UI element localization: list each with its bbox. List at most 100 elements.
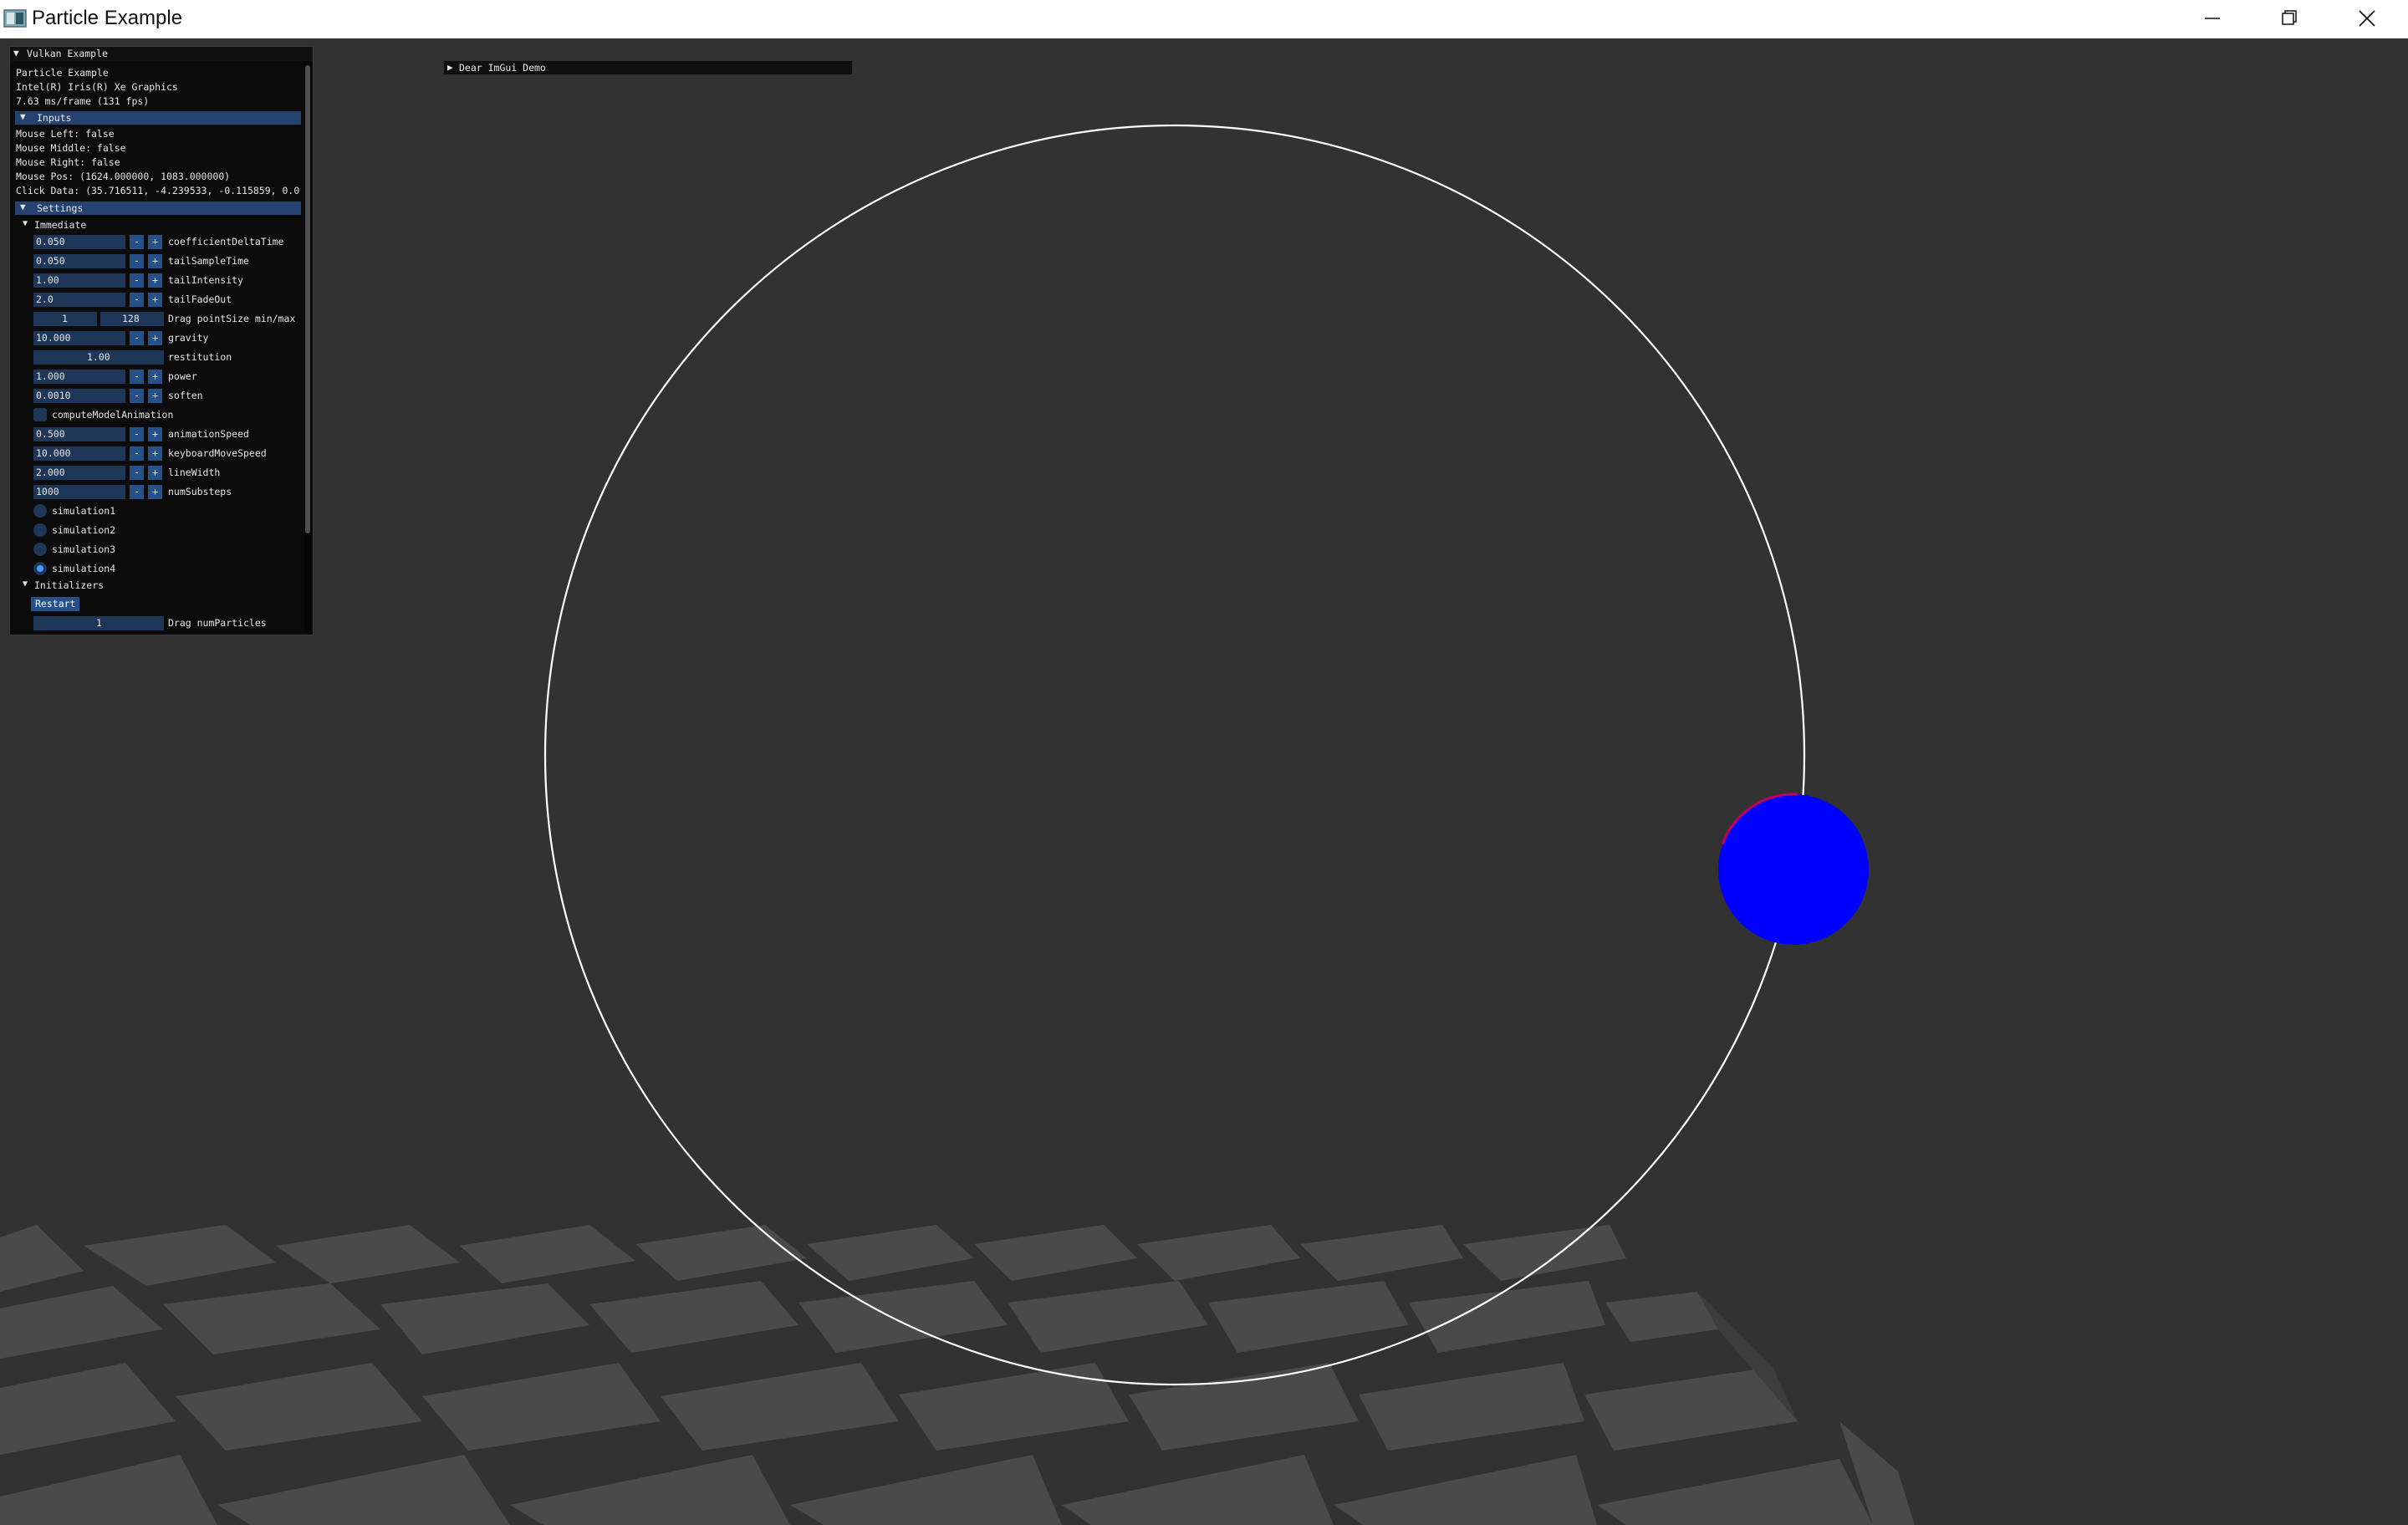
increment-button[interactable]: + — [148, 485, 162, 499]
inputs-header-label: Inputs — [37, 112, 72, 124]
soften-label: soften — [168, 390, 203, 401]
soften-input[interactable]: 0.0010 — [33, 389, 125, 403]
minimize-icon — [2205, 18, 2220, 19]
restore-button[interactable] — [2251, 0, 2328, 38]
tail-fade-out-input[interactable]: 2.0 — [33, 293, 125, 307]
simulation1-radio[interactable] — [33, 504, 47, 518]
num-substeps-input[interactable]: 1000 — [33, 485, 125, 499]
increment-button[interactable]: + — [148, 370, 162, 384]
point-size-max-drag[interactable]: 128 — [100, 312, 164, 326]
animation-speed-label: animationSpeed — [168, 428, 249, 440]
increment-button[interactable]: + — [148, 466, 162, 480]
expand-arrow-icon[interactable]: ▶ — [447, 62, 453, 73]
vulkan-example-panel[interactable]: ▼ Vulkan Example Particle Example Intel(… — [9, 46, 314, 635]
point-size-label: Drag pointSize min/max — [168, 313, 296, 324]
frame-stats-text: 7.63 ms/frame (131 fps) — [16, 95, 150, 107]
tail-intensity-label: tailIntensity — [168, 274, 244, 286]
restitution-label: restitution — [168, 351, 232, 363]
mouse-pos-text: Mouse Pos: (1624.000000, 1083.000000) — [16, 171, 231, 182]
decrement-button[interactable]: - — [130, 235, 144, 249]
decrement-button[interactable]: - — [130, 466, 144, 480]
restitution-slider[interactable]: 1.00 — [33, 350, 164, 365]
simulation3-radio[interactable] — [33, 543, 47, 556]
scene-canvas — [0, 38, 2408, 1525]
simulation3-label: simulation3 — [52, 543, 116, 555]
settings-header[interactable]: ▼ Settings — [15, 201, 301, 215]
panel-title-bar[interactable]: ▼ Vulkan Example — [10, 47, 313, 61]
line-width-label: lineWidth — [168, 467, 221, 478]
num-particles-drag[interactable]: 1 — [33, 616, 164, 630]
decrement-button[interactable]: - — [130, 446, 144, 461]
simulation1-label: simulation1 — [52, 505, 116, 517]
scene-background — [0, 38, 2408, 1525]
restore-icon — [2282, 10, 2297, 25]
restart-button-label: Restart — [35, 598, 76, 609]
title-bar[interactable]: Particle Example — [0, 0, 2408, 38]
increment-button[interactable]: + — [148, 235, 162, 249]
simulation2-label: simulation2 — [52, 524, 116, 536]
collapse-arrow-icon: ▼ — [20, 111, 26, 122]
gravity-input[interactable]: 10.000 — [33, 331, 125, 345]
immediate-label: Immediate — [34, 219, 87, 231]
num-substeps-label: numSubsteps — [168, 486, 232, 497]
keyboard-move-speed-label: keyboardMoveSpeed — [168, 447, 267, 459]
collapse-arrow-icon: ▼ — [23, 579, 28, 589]
tail-intensity-input[interactable]: 1.00 — [33, 273, 125, 288]
simulation4-radio[interactable] — [33, 562, 47, 575]
decrement-button[interactable]: - — [130, 273, 144, 288]
tail-sample-time-label: tailSampleTime — [168, 255, 249, 267]
inputs-header[interactable]: ▼ Inputs — [15, 111, 301, 125]
initializers-label: Initializers — [34, 579, 105, 591]
gravity-label: gravity — [168, 332, 209, 344]
increment-button[interactable]: + — [148, 331, 162, 345]
coefficient-delta-time-label: coefficientDeltaTime — [168, 236, 284, 247]
increment-button[interactable]: + — [148, 446, 162, 461]
imgui-demo-window[interactable]: ▶ Dear ImGui Demo — [443, 60, 853, 75]
decrement-button[interactable]: - — [130, 293, 144, 307]
render-viewport[interactable] — [0, 38, 2408, 1525]
restart-button[interactable]: Restart — [31, 597, 79, 611]
close-icon — [2359, 10, 2375, 27]
mouse-middle-text: Mouse Middle: false — [16, 142, 126, 154]
device-name-text: Intel(R) Iris(R) Xe Graphics — [16, 81, 178, 93]
panel-title: Vulkan Example — [27, 48, 108, 59]
app-icon — [3, 9, 27, 28]
tail-sample-time-input[interactable]: 0.050 — [33, 254, 125, 268]
collapse-arrow-icon: ▼ — [23, 219, 28, 228]
increment-button[interactable]: + — [148, 293, 162, 307]
collapse-arrow-icon: ▼ — [20, 201, 26, 212]
close-button[interactable] — [2328, 0, 2405, 38]
tail-fade-out-label: tailFadeOut — [168, 293, 232, 305]
increment-button[interactable]: + — [148, 273, 162, 288]
compute-model-animation-checkbox[interactable] — [33, 408, 47, 421]
app-name-text: Particle Example — [16, 67, 109, 79]
coefficient-delta-time-input[interactable]: 0.050 — [33, 235, 125, 249]
increment-button[interactable]: + — [148, 254, 162, 268]
decrement-button[interactable]: - — [130, 389, 144, 403]
settings-header-label: Settings — [37, 202, 84, 214]
power-input[interactable]: 1.000 — [33, 370, 125, 384]
mouse-right-text: Mouse Right: false — [16, 156, 120, 168]
demo-window-title: Dear ImGui Demo — [459, 62, 546, 74]
point-size-min-drag[interactable]: 1 — [33, 312, 97, 326]
line-width-input[interactable]: 2.000 — [33, 466, 125, 480]
increment-button[interactable]: + — [148, 389, 162, 403]
decrement-button[interactable]: - — [130, 370, 144, 384]
minimize-button[interactable] — [2174, 0, 2251, 38]
power-label: power — [168, 370, 197, 382]
increment-button[interactable]: + — [148, 427, 162, 441]
decrement-button[interactable]: - — [130, 427, 144, 441]
collapse-arrow-icon[interactable]: ▼ — [13, 48, 19, 59]
window-title: Particle Example — [32, 7, 183, 29]
animation-speed-input[interactable]: 0.500 — [33, 427, 125, 441]
scrollbar-thumb[interactable] — [305, 65, 310, 533]
simulation4-label: simulation4 — [52, 563, 116, 574]
decrement-button[interactable]: - — [130, 331, 144, 345]
panel-scrollbar[interactable] — [304, 64, 311, 632]
click-data-text: Click Data: (35.716511, -4.239533, -0.11… — [16, 185, 300, 196]
compute-model-animation-label: computeModelAnimation — [52, 409, 174, 421]
keyboard-move-speed-input[interactable]: 10.000 — [33, 446, 125, 461]
decrement-button[interactable]: - — [130, 254, 144, 268]
simulation2-radio[interactable] — [33, 523, 47, 537]
decrement-button[interactable]: - — [130, 485, 144, 499]
